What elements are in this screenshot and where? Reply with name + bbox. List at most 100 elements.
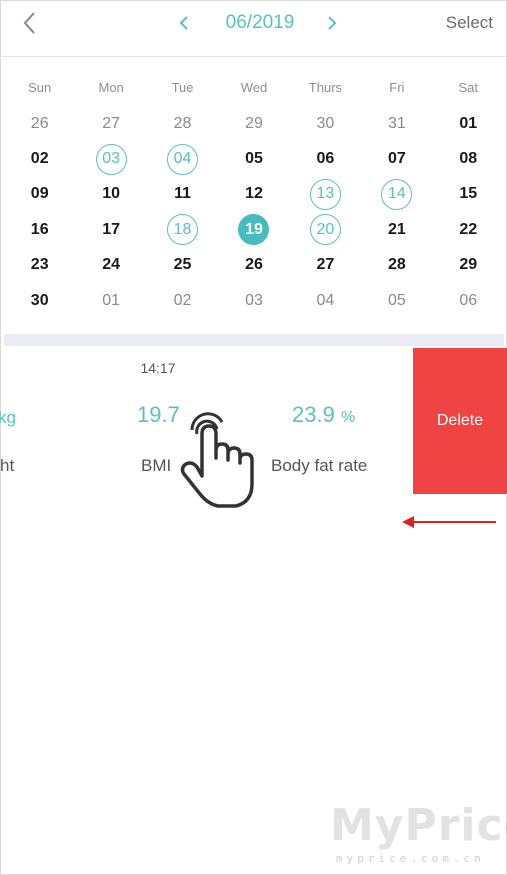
month-title: 06/2019 <box>225 12 295 33</box>
calendar-day[interactable]: 22 <box>433 212 504 247</box>
weight-label: ht <box>0 456 15 475</box>
calendar-day-number: 12 <box>245 185 263 203</box>
weekday-header: Sun Mon Tue Wed Thurs Fri Sat <box>4 80 504 106</box>
weekday-label: Sun <box>28 80 52 95</box>
calendar-day-number: 29 <box>245 114 263 132</box>
calendar-day[interactable]: 06 <box>433 283 504 318</box>
calendar-day[interactable]: 02 <box>147 283 218 318</box>
calendar-day[interactable]: 26 <box>4 106 75 141</box>
calendar-day[interactable]: 12 <box>218 177 289 212</box>
calendar-day-number: 18 <box>167 214 199 246</box>
calendar-day[interactable]: 03 <box>75 141 146 176</box>
calendar-day[interactable]: 27 <box>290 248 361 283</box>
weight-unit: kg <box>0 408 16 427</box>
calendar-day[interactable]: 29 <box>433 248 504 283</box>
calendar-day[interactable]: 17 <box>75 212 146 247</box>
calendar-day-number: 26 <box>30 114 49 132</box>
calendar-day[interactable]: 30 <box>4 283 75 318</box>
calendar-day[interactable]: 18 <box>147 212 218 247</box>
calendar-day-number: 09 <box>30 185 49 203</box>
body-fat-value: 23.9 <box>292 402 335 427</box>
record-time: 14:17 <box>140 360 176 376</box>
calendar-day[interactable]: 05 <box>361 283 432 318</box>
calendar-day-number: 02 <box>30 150 49 168</box>
weekday-label: Thurs <box>308 80 343 95</box>
calendar-day-number: 31 <box>387 114 406 132</box>
body-fat-value-group: 23.9 % <box>292 402 355 428</box>
calendar-day-number: 01 <box>102 291 121 309</box>
calendar-day[interactable]: 01 <box>433 106 504 141</box>
calendar-day-number: 03 <box>245 291 263 309</box>
calendar-day[interactable]: 09 <box>4 177 75 212</box>
calendar-day[interactable]: 08 <box>433 141 504 176</box>
calendar-day[interactable]: 10 <box>75 177 146 212</box>
calendar-day[interactable]: 07 <box>361 141 432 176</box>
chevron-right-icon <box>328 16 337 30</box>
calendar-day[interactable]: 26 <box>218 248 289 283</box>
calendar-day-number: 28 <box>173 114 192 132</box>
calendar-day[interactable]: 04 <box>290 283 361 318</box>
section-divider <box>4 334 504 346</box>
calendar-week-row: 16 17 18 19 20 21 22 <box>4 212 504 247</box>
watermark-logo: MyPrice <box>330 800 507 851</box>
calendar-day[interactable]: 04 <box>147 141 218 176</box>
calendar-day[interactable]: 03 <box>218 283 289 318</box>
body-fat-label: Body fat rate <box>271 456 368 475</box>
calendar-week-row: 23 24 25 26 27 28 29 <box>4 248 504 283</box>
calendar-day-number: 06 <box>316 150 335 168</box>
calendar-day[interactable]: 01 <box>75 283 146 318</box>
calendar-week-row: 26 27 28 29 30 31 01 <box>4 106 504 141</box>
calendar-day-number: 21 <box>387 220 406 238</box>
delete-button[interactable]: Delete <box>413 348 507 494</box>
calendar-day[interactable]: 16 <box>4 212 75 247</box>
calendar-day-number: 27 <box>316 256 335 274</box>
calendar-day[interactable]: 21 <box>361 212 432 247</box>
calendar-day-number: 02 <box>173 291 192 309</box>
select-button[interactable]: Select <box>446 13 493 33</box>
calendar-day-number: 05 <box>245 150 263 168</box>
calendar-day[interactable]: 15 <box>433 177 504 212</box>
calendar-day[interactable]: 20 <box>290 212 361 247</box>
calendar-day-number: 15 <box>459 185 478 203</box>
calendar-day[interactable]: 14 <box>361 177 432 212</box>
weekday-label: Wed <box>240 80 268 95</box>
next-month-button[interactable] <box>322 10 342 36</box>
calendar-day-number: 11 <box>174 185 192 203</box>
prev-month-button[interactable] <box>174 10 194 36</box>
calendar-day[interactable]: 29 <box>218 106 289 141</box>
calendar-day[interactable]: 28 <box>361 248 432 283</box>
calendar-day-number: 24 <box>102 256 121 274</box>
calendar-day-selected[interactable]: 19 <box>218 212 289 247</box>
top-bar: 06/2019 Select <box>0 0 507 57</box>
calendar-week-row: 30 01 02 03 04 05 06 <box>4 283 504 318</box>
calendar-grid: 26 27 28 29 30 31 01 02 03 04 05 06 07 08 09 10 11 12 13 14… <box>4 106 504 318</box>
back-button[interactable] <box>18 8 44 38</box>
calendar-week-row: 02 03 04 05 06 07 08 <box>4 141 504 176</box>
weekday-label: Fri <box>389 80 405 95</box>
calendar-day-number: 14 <box>381 178 413 210</box>
watermark-url: myprice.com.cn <box>336 852 485 865</box>
calendar-day-number: 25 <box>173 256 192 274</box>
calendar-day-number: 04 <box>167 143 199 175</box>
calendar-day[interactable]: 31 <box>361 106 432 141</box>
calendar-day[interactable]: 05 <box>218 141 289 176</box>
calendar-day[interactable]: 23 <box>4 248 75 283</box>
chevron-left-icon <box>23 12 35 34</box>
calendar-day[interactable]: 13 <box>290 177 361 212</box>
calendar-day[interactable]: 27 <box>75 106 146 141</box>
calendar-day-number: 20 <box>309 214 341 246</box>
calendar-day[interactable]: 06 <box>290 141 361 176</box>
calendar-day-number: 06 <box>459 291 478 309</box>
calendar-day-number: 05 <box>387 291 406 309</box>
calendar-day[interactable]: 30 <box>290 106 361 141</box>
calendar-day-number: 04 <box>316 291 335 309</box>
calendar-day-number: 19 <box>238 214 270 246</box>
calendar-day[interactable]: 11 <box>147 177 218 212</box>
calendar-day-number: 10 <box>102 185 121 203</box>
calendar-day[interactable]: 02 <box>4 141 75 176</box>
calendar-day[interactable]: 28 <box>147 106 218 141</box>
calendar-day[interactable]: 25 <box>147 248 218 283</box>
calendar: Sun Mon Tue Wed Thurs Fri Sat 26 27 28 29 30… <box>4 80 504 318</box>
calendar-day[interactable]: 24 <box>75 248 146 283</box>
calendar-day-number: 30 <box>316 114 335 132</box>
